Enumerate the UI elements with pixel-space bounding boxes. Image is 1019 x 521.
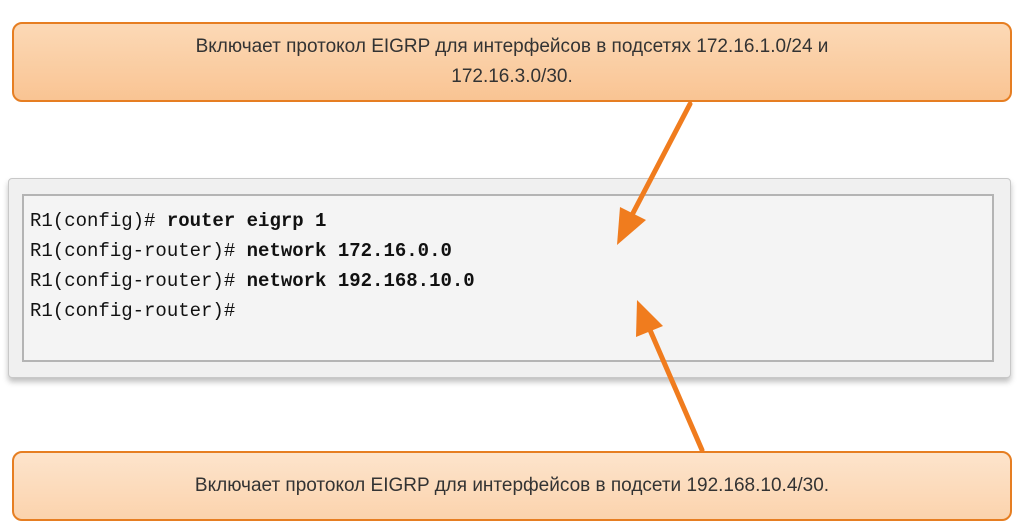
console-prompt: R1(config-router)#	[30, 300, 236, 322]
console-command: router eigrp 1	[166, 210, 327, 232]
console-prompt: R1(config)#	[30, 210, 167, 232]
bottom-callout: Включает протокол EIGRP для интерфейсов …	[12, 451, 1012, 521]
console-prompt: R1(config-router)#	[30, 270, 247, 292]
console-line-1: R1(config)# router eigrp 1	[30, 206, 992, 236]
console-line-4: R1(config-router)#	[30, 296, 992, 326]
top-callout-line-1: Включает протокол EIGRP для интерфейсов …	[195, 36, 829, 57]
top-callout-text: Включает протокол EIGRP для интерфейсов …	[196, 32, 829, 92]
console-command: network 172.16.0.0	[246, 240, 452, 262]
top-callout: Включает протокол EIGRP для интерфейсов …	[12, 22, 1012, 102]
bottom-callout-text: Включает протокол EIGRP для интерфейсов …	[194, 475, 830, 496]
console-line-3: R1(config-router)# network 192.168.10.0	[30, 266, 992, 296]
console-prompt: R1(config-router)#	[30, 240, 247, 262]
console-output: R1(config)# router eigrp 1 R1(config-rou…	[22, 194, 994, 362]
console-line-2: R1(config-router)# network 172.16.0.0	[30, 236, 992, 266]
console-command: network 192.168.10.0	[246, 270, 475, 292]
top-callout-line-2: 172.16.3.0/30.	[451, 66, 573, 87]
